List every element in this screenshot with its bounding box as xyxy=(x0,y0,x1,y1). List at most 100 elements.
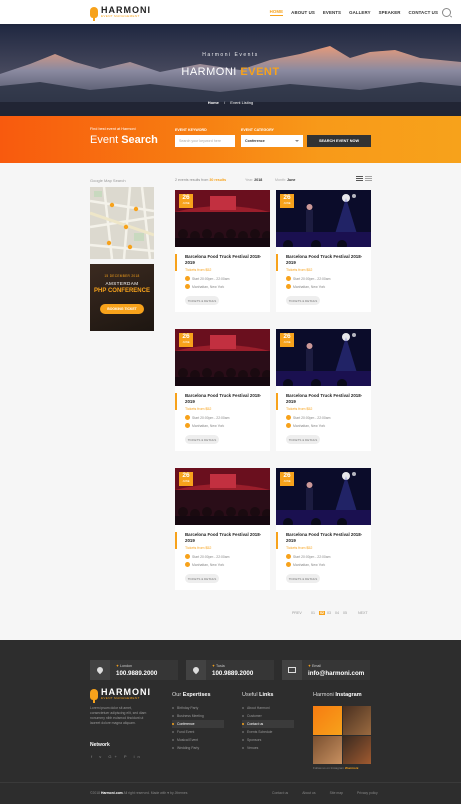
nav-gallery[interactable]: GALLERY xyxy=(349,10,371,15)
instagram-photo[interactable] xyxy=(342,706,371,735)
useful-links-column: Useful Links About Harmoni Customer Cont… xyxy=(242,692,294,752)
logo[interactable]: HARMONI EVENT MANAGEMENT xyxy=(90,6,151,21)
title-accent xyxy=(276,532,278,549)
tickets-details-button[interactable]: TICKETS & DETAILS xyxy=(185,574,219,583)
keyword-input[interactable]: Search your keyword here xyxy=(175,135,235,147)
event-title[interactable]: Barcelona Food Truck Festival 2018-2019 xyxy=(286,393,366,405)
expertise-item[interactable]: Wedding Party xyxy=(172,744,224,752)
tickets-details-button[interactable]: TICKETS & DETAILS xyxy=(185,435,219,444)
expertise-item[interactable]: Fund Event xyxy=(172,728,224,736)
promo-title: PHP CONFERENCE xyxy=(94,288,150,294)
expertise-item[interactable]: Conference xyxy=(172,720,224,728)
event-price: Tickets from $52 xyxy=(185,546,212,550)
page-05[interactable]: 05 xyxy=(343,611,347,615)
phone-tusla[interactable]: 100.9889.2000 xyxy=(212,670,253,677)
category-select[interactable]: Conference xyxy=(241,135,303,147)
page-01[interactable]: 01 xyxy=(311,611,315,615)
search-title: Event Search xyxy=(90,134,158,146)
social-icons[interactable]: f v G+ P in xyxy=(91,754,143,759)
link-item[interactable]: Events Schedule xyxy=(242,728,294,736)
event-card[interactable]: 26 JUNE Barcelona Food Truck Festival 2018… xyxy=(175,468,270,590)
pagination-next[interactable]: NEXT xyxy=(358,611,368,615)
event-title[interactable]: Barcelona Food Truck Festival 2018-2019 xyxy=(185,532,265,544)
promo-banner: 15 DECEMBER 2018 AMSTERDAM PHP CONFERENC… xyxy=(90,264,154,331)
map-marker-icon xyxy=(127,244,133,250)
tickets-details-button[interactable]: TICKETS & DETAILS xyxy=(286,574,320,583)
bottom-link[interactable]: Site map xyxy=(330,791,343,795)
bottom-link[interactable]: Privacy policy xyxy=(357,791,378,795)
phone-london[interactable]: 100.9889.2000 xyxy=(116,670,157,677)
event-card[interactable]: 26 JUNE Barcelona Food Truck Festival 2018… xyxy=(175,329,270,451)
nav-contact[interactable]: CONTACT US xyxy=(409,10,438,15)
instagram-photo[interactable] xyxy=(313,706,342,735)
pagination-prev[interactable]: PREV xyxy=(292,611,302,615)
instagram-photo[interactable] xyxy=(313,735,342,764)
page-04[interactable]: 04 xyxy=(335,611,339,615)
event-month: JUNE xyxy=(182,201,190,205)
event-title[interactable]: Barcelona Food Truck Festival 2018-2019 xyxy=(185,393,265,405)
event-title[interactable]: Barcelona Food Truck Festival 2018-2019 xyxy=(286,532,366,544)
page-03[interactable]: 03 xyxy=(327,611,331,615)
tickets-details-button[interactable]: TICKETS & DETAILS xyxy=(286,296,320,305)
event-title[interactable]: Barcelona Food Truck Festival 2018-2019 xyxy=(286,254,366,266)
event-month: JUNE xyxy=(182,340,190,344)
event-date-badge: 26 JUNE xyxy=(280,194,294,208)
clock-icon xyxy=(185,415,190,420)
link-item[interactable]: About Harmoni xyxy=(242,704,294,712)
event-place: Manhattan, New York xyxy=(286,562,325,567)
page-02[interactable]: 02 xyxy=(319,611,325,615)
map-marker-icon xyxy=(109,202,115,208)
year-filter[interactable]: Year: 2018 xyxy=(245,178,262,182)
expertise-item[interactable]: Musical Event xyxy=(172,736,224,744)
footer-logo[interactable]: HARMONI EVENT MANAGEMENT xyxy=(90,688,151,703)
event-title[interactable]: Barcelona Food Truck Festival 2018-2019 xyxy=(185,254,265,266)
event-card[interactable]: 26 JUNE Barcelona Food Truck Festival 2018… xyxy=(276,190,371,312)
clock-icon xyxy=(286,415,291,420)
instagram-follow[interactable]: Follow us on Instagram #harmoni xyxy=(313,766,358,770)
expertise-heading: Our Expertises xyxy=(172,692,211,698)
hero-subtitle: Harmoni Events xyxy=(202,52,259,58)
expertise-item[interactable]: Business Meeting xyxy=(172,712,224,720)
tickets-details-button[interactable]: TICKETS & DETAILS xyxy=(185,296,219,305)
tickets-details-button[interactable]: TICKETS & DETAILS xyxy=(286,435,320,444)
list-view-icon[interactable] xyxy=(365,176,372,182)
grid-view-icon[interactable] xyxy=(356,176,363,182)
bottom-link[interactable]: Contact us xyxy=(272,791,288,795)
event-date-badge: 26 JUNE xyxy=(280,333,294,347)
search-icon[interactable] xyxy=(442,7,451,17)
event-listing: Google Map Search 15 DECEMBER 2018 AMSTE… xyxy=(0,163,461,640)
expertise-item[interactable]: Birthday Party xyxy=(172,704,224,712)
event-card[interactable]: 26 JUNE Barcelona Food Truck Festival 2018… xyxy=(175,190,270,312)
link-item[interactable]: Contact us xyxy=(242,720,294,728)
nav-events[interactable]: EVENTS xyxy=(323,10,341,15)
instagram-photo[interactable] xyxy=(342,735,371,764)
email-value[interactable]: info@harmoni.com xyxy=(308,670,364,677)
nav-about[interactable]: ABOUT US xyxy=(291,10,315,15)
location-icon xyxy=(185,284,190,289)
search-event-button[interactable]: SEARCH EVENT NOW xyxy=(307,135,371,147)
booking-ticket-button[interactable]: BOOKING TICKET xyxy=(100,304,144,314)
location-icon xyxy=(185,423,190,428)
top-header: HARMONI EVENT MANAGEMENT HOME ABOUT US E… xyxy=(0,0,461,24)
clock-icon xyxy=(185,276,190,281)
breadcrumb-home[interactable]: Home xyxy=(208,100,219,105)
nav-home[interactable]: HOME xyxy=(269,9,284,16)
event-card[interactable]: 26 JUNE Barcelona Food Truck Festival 2018… xyxy=(276,329,371,451)
bottom-link[interactable]: About us xyxy=(302,791,315,795)
google-map[interactable] xyxy=(90,187,154,259)
title-accent xyxy=(276,393,278,410)
event-card[interactable]: 26 JUNE Barcelona Food Truck Festival 2018… xyxy=(276,468,371,590)
link-item[interactable]: Customer xyxy=(242,712,294,720)
location-icon xyxy=(286,562,291,567)
expertise-column: Our Expertises Birthday Party Business M… xyxy=(172,692,224,752)
contact-email: ✦ Email info@harmoni.com xyxy=(282,660,370,680)
links-heading: Useful Links xyxy=(242,692,274,698)
month-filter[interactable]: Month: June xyxy=(275,178,295,182)
nav-speaker[interactable]: SPEAKER xyxy=(379,10,401,15)
category-label: EVENT CATEGORY xyxy=(241,128,274,132)
event-month: JUNE xyxy=(283,479,291,483)
link-item[interactable]: Venues xyxy=(242,744,294,752)
link-item[interactable]: Sponsors xyxy=(242,736,294,744)
keyword-label: EVENT KEYWORD xyxy=(175,128,207,132)
hero-banner: Harmoni Events HARMONI EVENT Home / Even… xyxy=(0,24,461,116)
